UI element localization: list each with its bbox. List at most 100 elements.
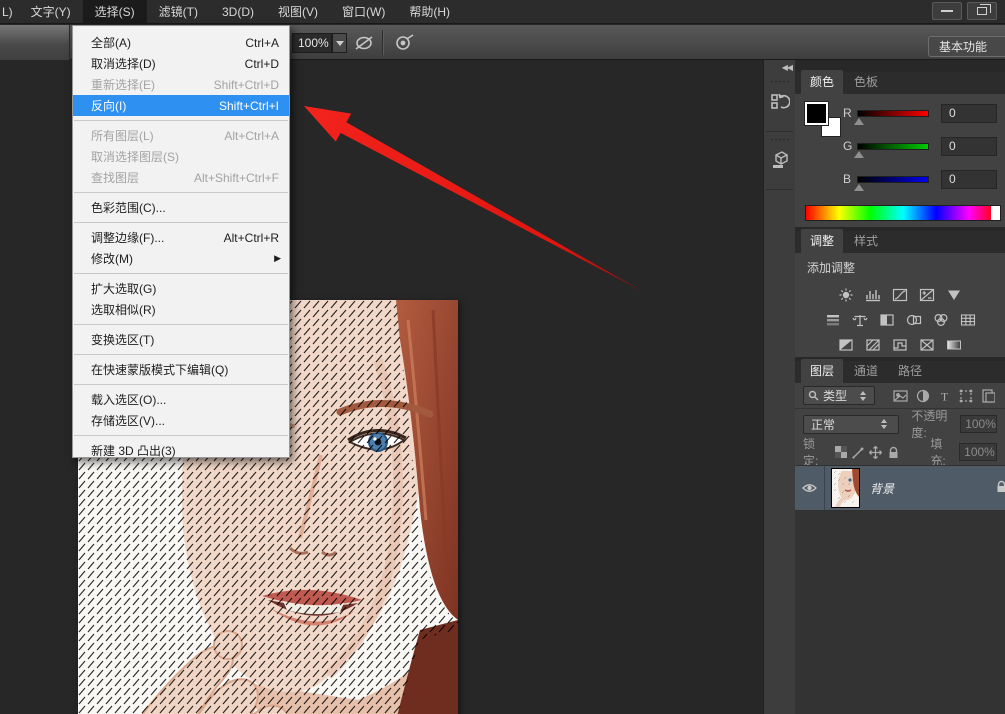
layer-filter-type-dropdown[interactable]: 类型 <box>803 386 875 405</box>
history-panel-button[interactable] <box>766 76 793 132</box>
lock-all-icon[interactable] <box>887 445 901 460</box>
channel-mixer-icon[interactable] <box>932 312 950 328</box>
layer-thumbnail[interactable] <box>831 468 860 508</box>
collapse-dock-button[interactable]: ◀◀ <box>768 63 792 75</box>
color-spectrum-ramp[interactable] <box>805 205 1001 221</box>
menu-3d[interactable]: 3D(D) <box>210 0 266 23</box>
levels-icon[interactable] <box>864 287 882 303</box>
3d-panel-button[interactable] <box>766 134 793 190</box>
tab-layers[interactable]: 图层 <box>801 359 843 383</box>
tab-color[interactable]: 颜色 <box>801 70 843 94</box>
grip-dots <box>770 138 790 142</box>
layer-row-background[interactable]: 背景 <box>795 465 1005 511</box>
type-layer-filter-icon[interactable]: T <box>938 389 951 403</box>
green-value-box[interactable]: 0 <box>941 137 997 156</box>
menu-item-all-layers[interactable]: 所有图层(L)Alt+Ctrl+A <box>73 125 289 146</box>
spectrum-white-chip[interactable] <box>991 206 1000 220</box>
menu-item-label: 查找图层 <box>91 169 194 186</box>
menu-filter[interactable]: 滤镜(T) <box>147 0 210 23</box>
slider-thumb-icon[interactable] <box>854 151 864 158</box>
options-divider <box>382 30 383 55</box>
color-lookup-icon[interactable] <box>959 312 977 328</box>
menu-item-similar[interactable]: 选取相似(R) <box>73 299 289 320</box>
smart-object-filter-icon[interactable] <box>981 389 995 403</box>
blend-mode-dropdown[interactable]: 正常 <box>803 415 899 434</box>
selective-color-icon[interactable] <box>918 337 936 353</box>
menu-item-load-selection[interactable]: 载入选区(O)... <box>73 389 289 410</box>
menu-item-color-range[interactable]: 色彩范围(C)... <box>73 197 289 218</box>
opacity-value[interactable]: 100% <box>960 415 997 433</box>
curves-icon[interactable] <box>891 287 909 303</box>
menu-window[interactable]: 窗口(W) <box>330 0 397 23</box>
tool-preset-area[interactable] <box>0 25 70 60</box>
foreground-color-swatch[interactable] <box>805 102 828 125</box>
menu-item-transform-selection[interactable]: 变换选区(T) <box>73 329 289 350</box>
red-slider[interactable] <box>857 110 929 117</box>
slider-thumb-icon[interactable] <box>854 184 864 191</box>
black-white-icon[interactable] <box>878 312 896 328</box>
menu-item-refine-edge[interactable]: 调整边缘(F)...Alt+Ctrl+R <box>73 227 289 248</box>
menu-help[interactable]: 帮助(H) <box>397 0 462 23</box>
tablet-pressure-icon[interactable] <box>352 32 376 54</box>
tab-swatches[interactable]: 色板 <box>845 70 887 94</box>
green-slider[interactable] <box>857 143 929 150</box>
menu-item-inverse[interactable]: 反向(I)Shift+Ctrl+I <box>73 95 289 116</box>
menu-item-find-layers[interactable]: 查找图层Alt+Shift+Ctrl+F <box>73 167 289 188</box>
layer-name[interactable]: 背景 <box>870 480 894 497</box>
menu-view[interactable]: 视图(V) <box>266 0 330 23</box>
fill-value[interactable]: 100% <box>959 443 997 461</box>
menu-select[interactable]: 选择(S) <box>83 0 147 23</box>
posterize-icon[interactable] <box>864 337 882 353</box>
menu-item-partial[interactable]: L) <box>0 0 19 23</box>
menu-item-quick-mask[interactable]: 在快速蒙版模式下编辑(Q) <box>73 359 289 380</box>
restore-button[interactable] <box>967 2 997 20</box>
invert-icon[interactable] <box>837 337 855 353</box>
menu-item-deselect-layers[interactable]: 取消选择图层(S) <box>73 146 289 167</box>
lock-position-icon[interactable] <box>869 445 883 460</box>
lock-transparent-icon[interactable] <box>834 445 848 460</box>
red-value-box[interactable]: 0 <box>941 104 997 123</box>
pixel-layer-filter-icon[interactable] <box>893 389 908 403</box>
photo-filter-icon[interactable] <box>905 312 923 328</box>
airbrush-icon[interactable] <box>392 32 416 54</box>
color-balance-icon[interactable] <box>851 312 869 328</box>
layers-list-empty-area[interactable] <box>795 511 1005 714</box>
tab-adjustments[interactable]: 调整 <box>801 229 843 253</box>
menu-item-new-3d-extrusion[interactable]: 新建 3D 凸出(3) <box>73 440 289 461</box>
lock-paint-icon[interactable] <box>851 445 865 460</box>
menu-item-modify[interactable]: 修改(M)▶ <box>73 248 289 269</box>
opacity-dropdown-button[interactable] <box>332 33 347 53</box>
tab-paths[interactable]: 路径 <box>889 359 931 383</box>
foreground-background-swatches <box>805 102 845 140</box>
layer-visibility-toggle[interactable] <box>795 466 825 510</box>
search-icon <box>808 390 819 401</box>
minimize-button[interactable] <box>932 2 962 20</box>
workspace-switcher-button[interactable]: 基本功能 <box>928 36 1005 57</box>
opacity-value-box[interactable]: 100% <box>292 33 332 53</box>
menu-item-save-selection[interactable]: 存储选区(V)... <box>73 410 289 431</box>
adjustments-heading: 添加调整 <box>795 253 1005 278</box>
menu-item-select-all[interactable]: 全部(A)Ctrl+A <box>73 32 289 53</box>
gradient-map-icon[interactable] <box>945 337 963 353</box>
menu-item-grow[interactable]: 扩大选取(G) <box>73 278 289 299</box>
select-menu-dropdown: 全部(A)Ctrl+A 取消选择(D)Ctrl+D 重新选择(E)Shift+C… <box>72 25 290 458</box>
slider-thumb-icon[interactable] <box>854 118 864 125</box>
blue-slider[interactable] <box>857 176 929 183</box>
menu-item-label: 反向(I) <box>91 97 219 114</box>
adjustment-layer-filter-icon[interactable] <box>916 389 930 403</box>
menu-type[interactable]: 文字(Y) <box>19 0 83 23</box>
tab-channels[interactable]: 通道 <box>845 359 887 383</box>
exposure-icon[interactable] <box>918 287 936 303</box>
menu-item-reselect[interactable]: 重新选择(E)Shift+Ctrl+D <box>73 74 289 95</box>
vibrance-icon[interactable] <box>945 287 963 303</box>
adjustments-panel-tabs: 调整 样式 <box>795 231 1005 253</box>
photoshop-window: L) 文字(Y) 选择(S) 滤镜(T) 3D(D) 视图(V) 窗口(W) 帮… <box>0 0 1005 714</box>
threshold-icon[interactable] <box>891 337 909 353</box>
brightness-contrast-icon[interactable] <box>837 287 855 303</box>
menu-item-label: 全部(A) <box>91 34 245 51</box>
menu-item-deselect[interactable]: 取消选择(D)Ctrl+D <box>73 53 289 74</box>
hue-saturation-icon[interactable] <box>824 312 842 328</box>
tab-styles[interactable]: 样式 <box>845 229 887 253</box>
blue-value-box[interactable]: 0 <box>941 170 997 189</box>
shape-layer-filter-icon[interactable] <box>959 389 973 403</box>
